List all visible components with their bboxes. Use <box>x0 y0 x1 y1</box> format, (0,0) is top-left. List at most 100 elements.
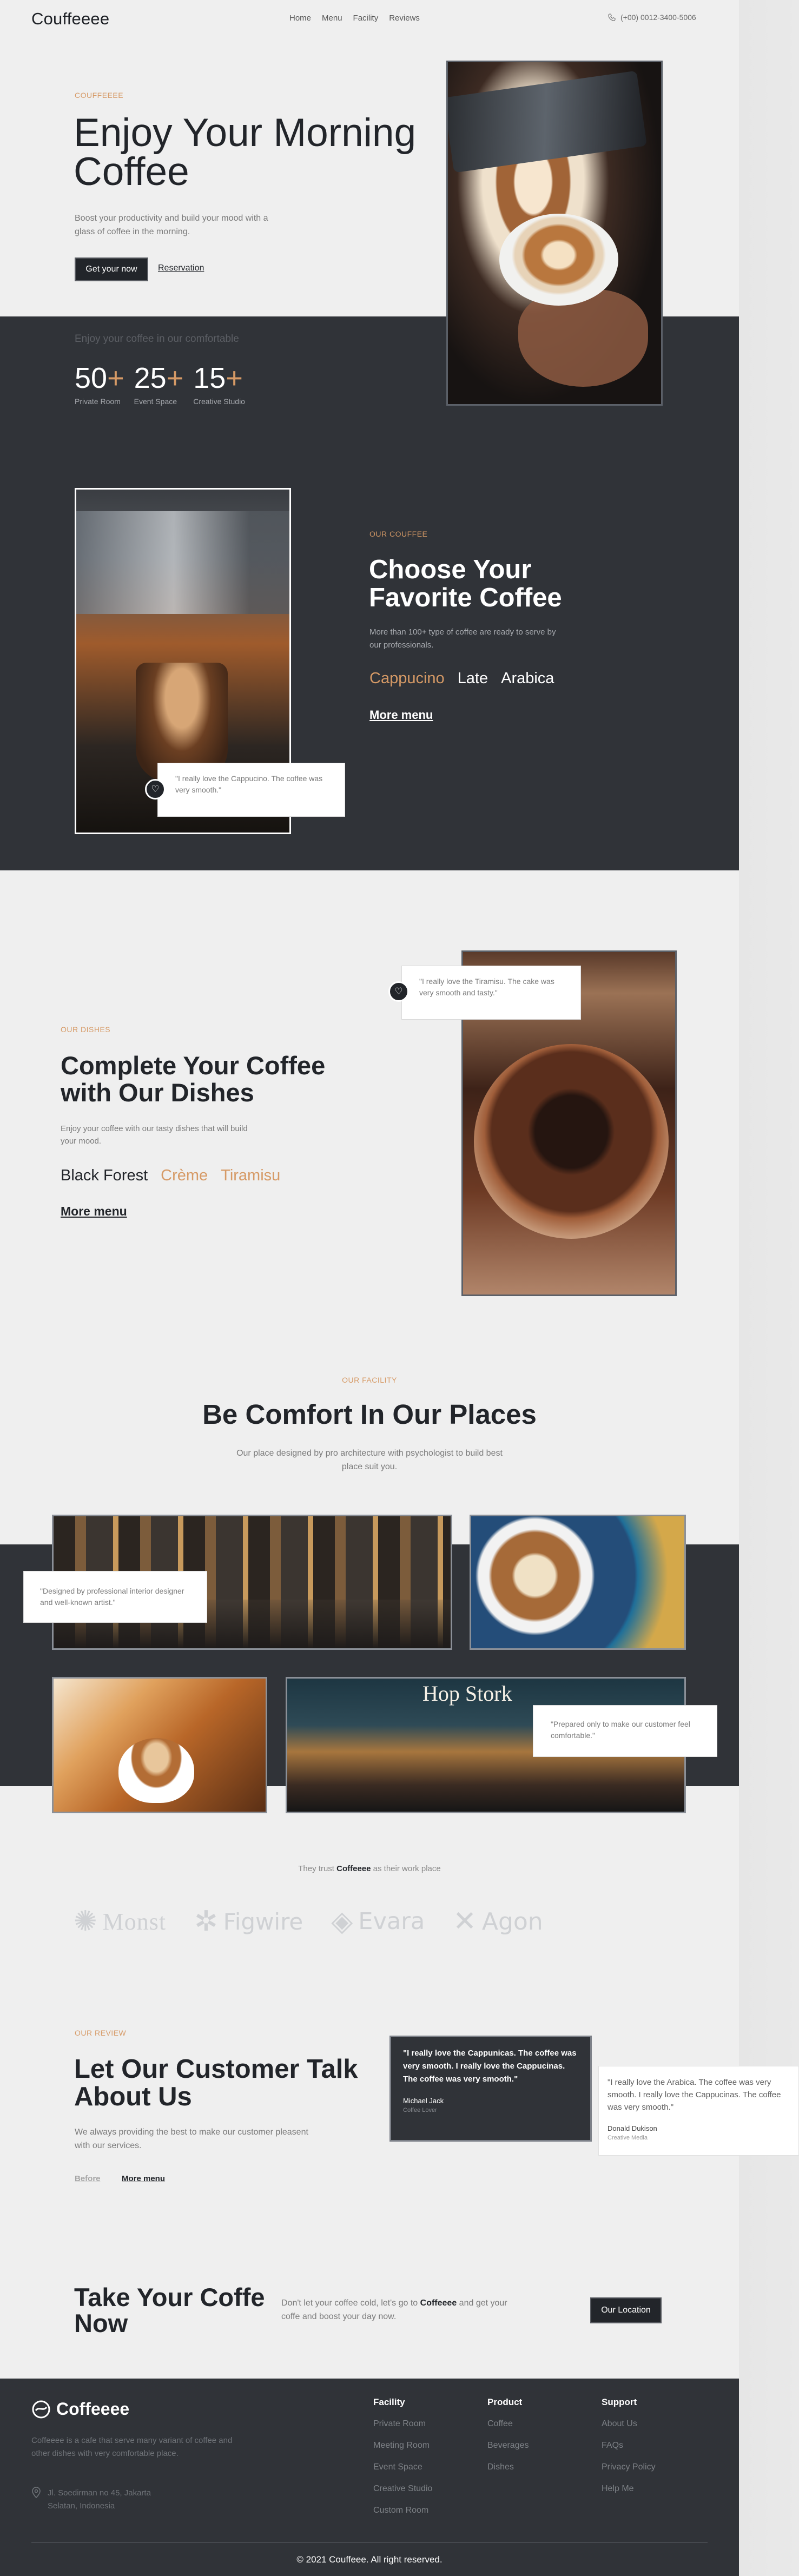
dish-varieties: Black Forest Crème Tiramisu <box>61 1167 280 1185</box>
our-location-button[interactable]: Our Location <box>590 2297 662 2323</box>
variety-tiramisu[interactable]: Tiramisu <box>221 1167 280 1185</box>
footer: Coffeeee Coffeeee is a cafe that serve m… <box>0 2379 739 2576</box>
stat-creative-studio: 15+ Creative Studio <box>193 362 245 406</box>
nav-link-menu[interactable]: Menu <box>322 14 342 23</box>
heart-icon[interactable]: ♡ <box>388 981 409 1002</box>
choose-subtitle: More than 100+ type of coffee are ready … <box>369 628 556 650</box>
hero-title: Enjoy Your Morning Coffee <box>74 111 417 194</box>
stat-value: 15 <box>193 362 226 394</box>
latte-art-table-image <box>470 1515 686 1650</box>
cta-subtitle: Don't let your coffee cold, let's go to … <box>281 2296 509 2323</box>
stat-label: Private Room <box>75 397 121 406</box>
stat-value: 25 <box>134 362 167 394</box>
tiramisu-quote-card: "I really love the Tiramisu. The cake wa… <box>401 966 581 1020</box>
footer-logo-text: Coffeeee <box>56 2399 130 2419</box>
stat-plus: + <box>166 362 184 394</box>
monst-mark-icon: ✺ <box>74 1906 97 1937</box>
review-more-link[interactable]: More menu <box>122 2174 165 2183</box>
footer-link[interactable]: Beverages <box>487 2440 529 2451</box>
variety-creme[interactable]: Crème <box>161 1167 208 1185</box>
footer-col-heading: Product <box>487 2397 523 2407</box>
trust-suffix: as their work place <box>373 1864 441 1873</box>
variety-late[interactable]: Late <box>458 670 488 688</box>
facility-subtitle: Our place designed by pro architecture w… <box>236 1449 503 1471</box>
variety-cappucino[interactable]: Cappucino <box>369 670 445 688</box>
hero-eyebrow: COUFFEEEE <box>75 91 124 100</box>
stat-event-space: 25+ Event Space <box>134 362 184 406</box>
footer-link[interactable]: Creative Studio <box>373 2483 432 2494</box>
footer-link[interactable]: Coffee <box>487 2419 529 2429</box>
get-now-button[interactable]: Get your now <box>75 257 148 281</box>
cup-shape <box>118 1738 194 1803</box>
reservation-link[interactable]: Reservation <box>158 263 204 273</box>
stat-label: Creative Studio <box>193 397 245 406</box>
footer-link[interactable]: Custom Room <box>373 2505 432 2516</box>
review-card-secondary: "I really love the Arabica. The coffee w… <box>598 2066 799 2156</box>
cta-brand: Coffeeee <box>420 2298 457 2308</box>
footer-link[interactable]: FAQs <box>602 2440 656 2451</box>
facility-eyebrow: OUR FACILITY <box>342 1376 397 1384</box>
footer-link[interactable]: Event Space <box>373 2462 432 2473</box>
footer-col-support: Support About Us FAQs Privacy Policy Hel… <box>602 2397 656 2505</box>
brand-logo[interactable]: Couffeeee <box>31 9 109 29</box>
footer-col-product: Product Coffee Beverages Dishes <box>487 2397 529 2483</box>
variety-black-forest[interactable]: Black Forest <box>61 1167 148 1185</box>
coffee-more-menu-link[interactable]: More menu <box>369 708 433 722</box>
comfort-quote-card: "Prepared only to make our customer feel… <box>533 1705 717 1757</box>
footer-link[interactable]: Privacy Policy <box>602 2462 656 2473</box>
footer-link[interactable]: Private Room <box>373 2419 432 2429</box>
trust-line: They trust Coffeeee as their work place <box>0 1864 739 1873</box>
nav-link-home[interactable]: Home <box>289 14 311 23</box>
landing-page: Couffeeee Home Menu Facility Reviews (+0… <box>0 0 739 2576</box>
logo-figwire: ✲ Figwire <box>194 1905 303 1938</box>
evara-mark-icon: ◈ <box>331 1906 353 1937</box>
dishes-eyebrow: OUR DISHES <box>61 1025 111 1034</box>
logo-text: Monst <box>102 1908 167 1935</box>
review-card-featured: "I really love the Cappunicas. The coffe… <box>389 2036 592 2142</box>
review-subtitle: We always providing the best to make our… <box>75 2128 308 2150</box>
footer-logo[interactable]: Coffeeee <box>31 2399 129 2419</box>
review-before-link[interactable]: Before <box>75 2174 101 2183</box>
stats-row: 50+ Private Room 25+ Event Space 15+ Cre… <box>75 362 245 406</box>
logo-text: Agon <box>481 1907 543 1936</box>
footer-link[interactable]: Meeting Room <box>373 2440 432 2451</box>
logo-monst: ✺ Monst <box>74 1905 166 1938</box>
stat-plus: + <box>226 362 243 394</box>
nav-link-facility[interactable]: Facility <box>353 14 379 23</box>
hero-latte-image <box>446 61 663 406</box>
nav-phone[interactable]: (+00) 0012-3400-5006 <box>607 13 696 22</box>
review-eyebrow: OUR REVIEW <box>75 2029 127 2037</box>
dishes-more-menu-link[interactable]: More menu <box>61 1204 127 1219</box>
footer-link[interactable]: Dishes <box>487 2462 529 2473</box>
interior-quote-card: "Designed by professional interior desig… <box>23 1571 207 1623</box>
trust-brand: Coffeeee <box>336 1864 371 1873</box>
latte-cup-shape <box>499 214 618 306</box>
review-text: "I really love the Cappunicas. The coffe… <box>403 2049 577 2084</box>
stat-value: 50 <box>75 362 108 394</box>
nav-links: Home Menu Facility Reviews <box>289 14 420 23</box>
facility-title: Be Comfort In Our Places <box>202 1399 537 1430</box>
top-nav: Couffeeee Home Menu Facility Reviews (+0… <box>0 0 739 38</box>
footer-description: Coffeeee is a cafe that serve many varia… <box>31 2436 233 2458</box>
choose-title: Choose Your Favorite Coffee <box>369 555 562 612</box>
heart-icon[interactable]: ♡ <box>145 779 166 800</box>
milk-pitcher-shape <box>448 70 647 173</box>
cta-prefix: Don't let your coffee cold, let's go to <box>281 2298 418 2308</box>
footer-address: Jl. Soedirman no 45, Jakarta Selatan, In… <box>31 2487 167 2513</box>
address-text: Jl. Soedirman no 45, Jakarta Selatan, In… <box>48 2488 151 2511</box>
footer-link[interactable]: Help Me <box>602 2483 656 2494</box>
reviewer-name: Donald Dukison <box>607 2124 657 2132</box>
footer-divider <box>31 2542 708 2543</box>
dessert-shape <box>474 1044 669 1239</box>
dishes-subtitle: Enjoy your coffee with our tasty dishes … <box>61 1124 248 1146</box>
logo-agon: ✕ Agon <box>453 1905 543 1938</box>
coffee-swirl-icon <box>32 2400 50 2418</box>
variety-arabica[interactable]: Arabica <box>501 670 554 688</box>
stat-plus: + <box>107 362 124 394</box>
review-text: "I really love the Arabica. The coffee w… <box>607 2078 781 2112</box>
reviewer-role: Coffee Lover <box>403 2107 437 2113</box>
footer-link[interactable]: About Us <box>602 2419 656 2429</box>
stat-label: Event Space <box>134 397 177 406</box>
nav-link-reviews[interactable]: Reviews <box>389 14 420 23</box>
footer-col-heading: Facility <box>373 2397 405 2407</box>
